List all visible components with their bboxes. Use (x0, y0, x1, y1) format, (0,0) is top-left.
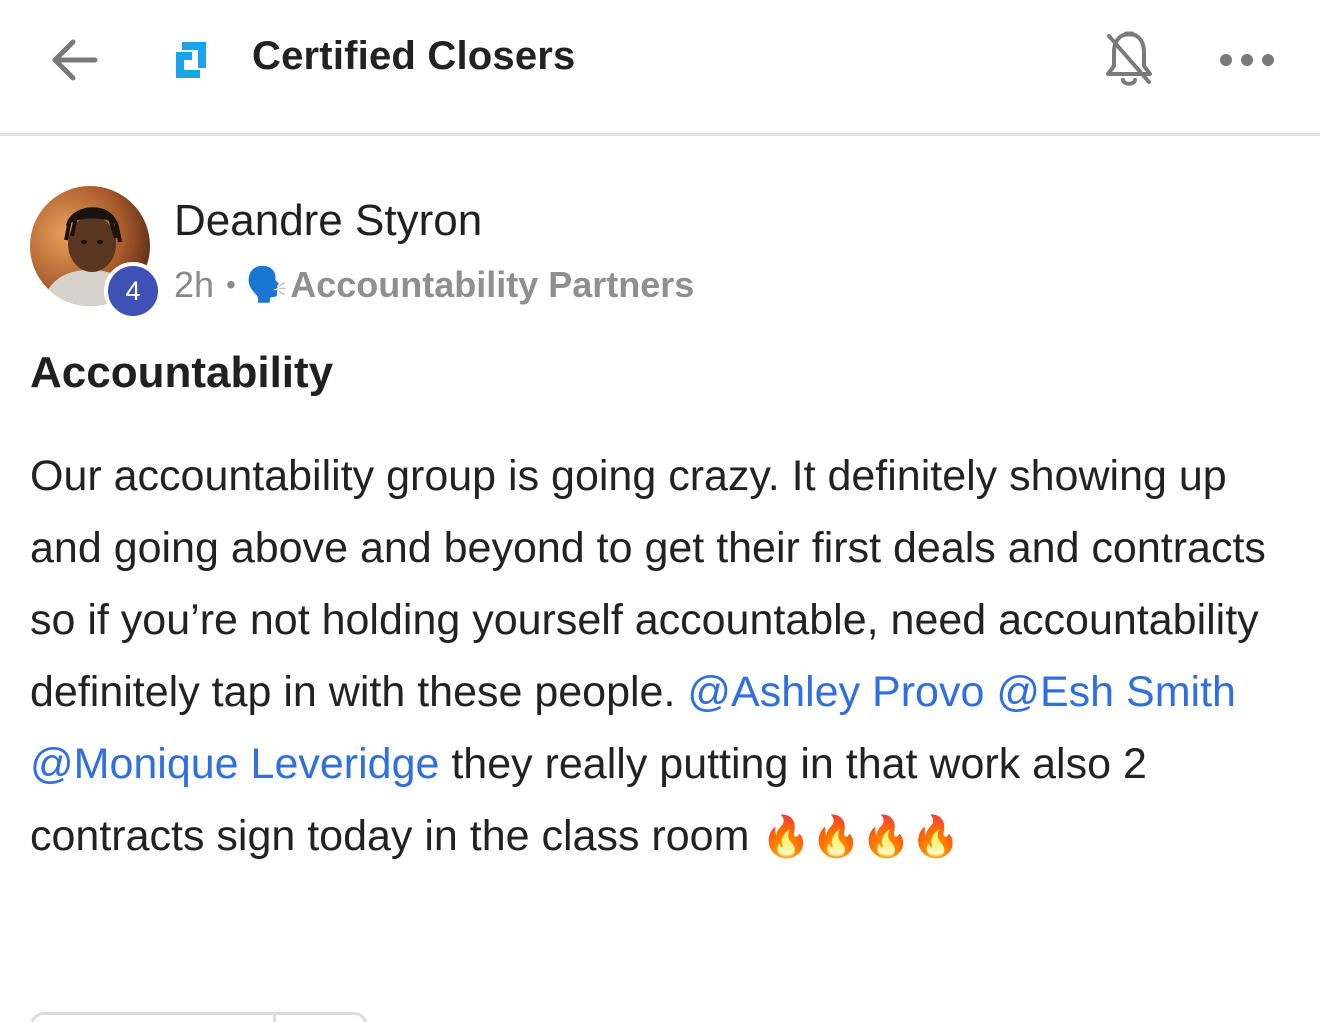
more-horizontal-icon (1220, 54, 1274, 66)
mention-link[interactable]: @Monique Leveridge (30, 740, 439, 788)
back-button[interactable] (44, 30, 104, 90)
app-logo-icon (176, 42, 206, 78)
speaking-head-icon: 🗣️ (245, 266, 289, 304)
level-badge: 4 (104, 262, 162, 320)
reaction-bar[interactable] (30, 1012, 368, 1022)
fire-emoji: 🔥🔥🔥🔥 (761, 815, 961, 859)
author-name[interactable]: Deandre Styron (174, 196, 482, 246)
reaction-divider (273, 1015, 276, 1022)
meta-separator: • (226, 269, 236, 300)
notifications-button[interactable] (1098, 24, 1160, 94)
more-options-button[interactable] (1214, 40, 1280, 80)
mention-link[interactable]: @Esh Smith (996, 668, 1236, 716)
bell-muted-icon (1106, 31, 1152, 86)
post-meta: 2h • 🗣️ Accountability Partners (174, 264, 694, 306)
mention-link[interactable]: @Ashley Provo (687, 668, 984, 716)
back-arrow-icon (52, 39, 98, 81)
post-body: Our accountability group is going crazy.… (30, 440, 1290, 873)
group-title: Certified Closers (252, 34, 576, 78)
top-app-bar: Certified Closers (0, 0, 1320, 136)
post-time: 2h (174, 264, 215, 305)
post-title: Accountability (30, 348, 334, 397)
post-category[interactable]: Accountability Partners (290, 264, 694, 306)
